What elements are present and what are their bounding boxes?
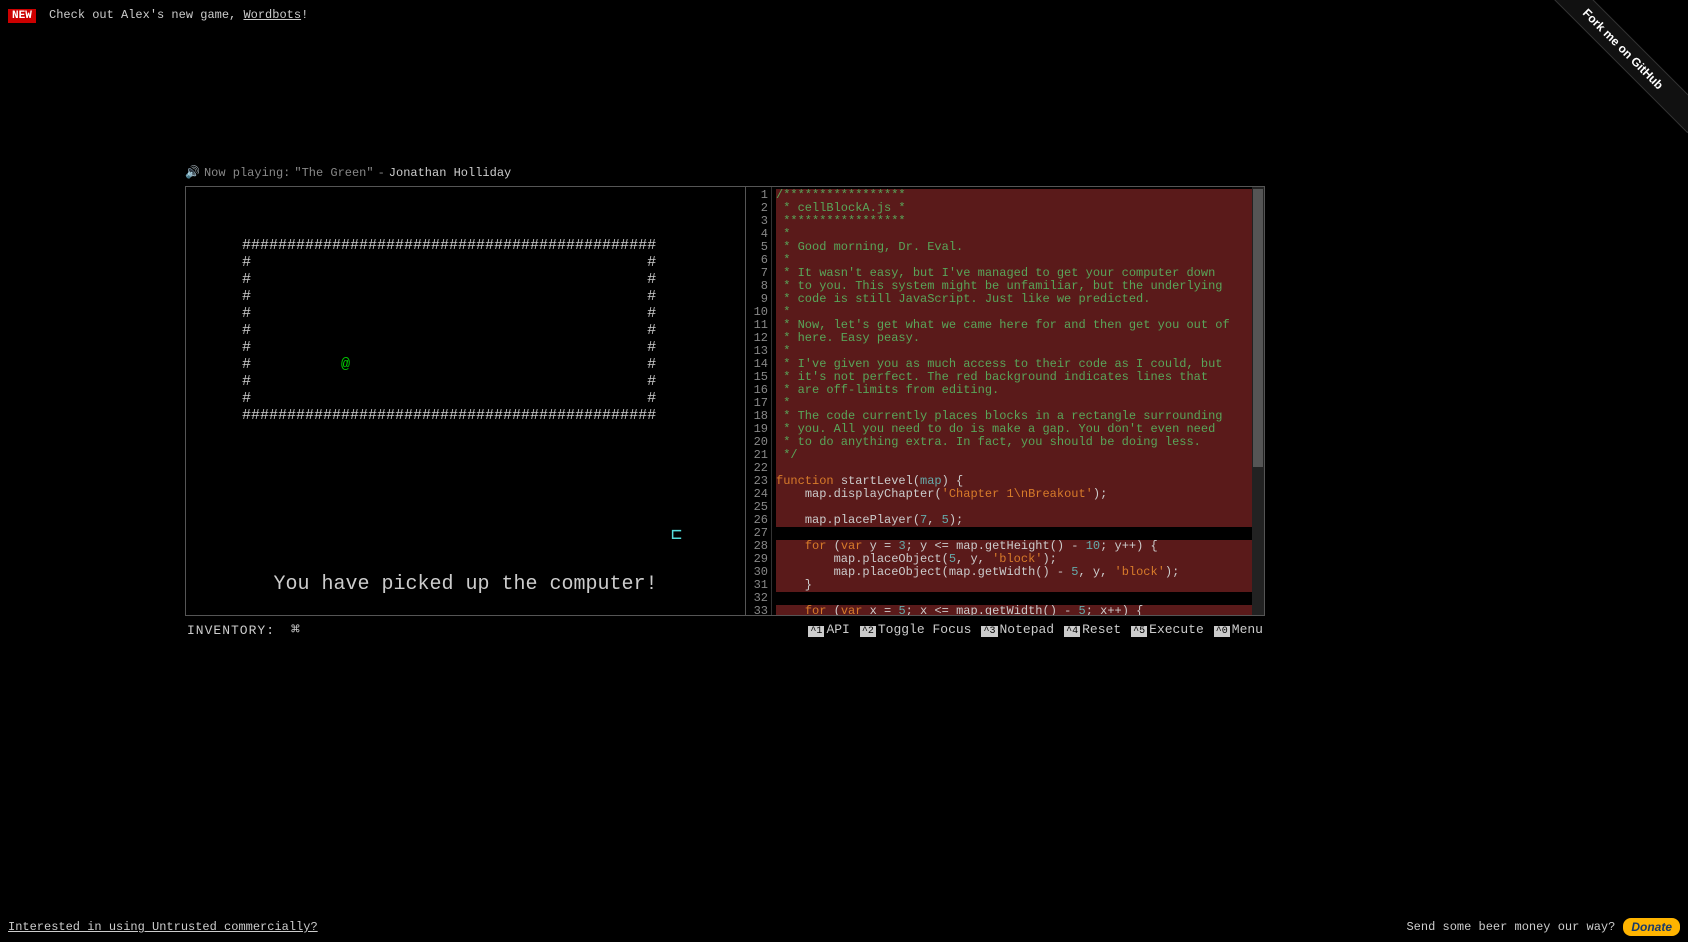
wordbots-link[interactable]: Wordbots xyxy=(243,8,301,22)
sound-icon[interactable]: 🔊 xyxy=(185,165,200,180)
game-pane[interactable]: ########################################… xyxy=(186,187,746,615)
donate-button[interactable]: Donate xyxy=(1623,918,1680,936)
inventory-item-computer[interactable]: ⌘ xyxy=(291,622,300,639)
top-banner: NEW Check out Alex's new game, Wordbots! xyxy=(8,8,308,22)
main-area: 🔊 Now playing: "The Green" - Jonathan Ho… xyxy=(185,165,1265,643)
toggle-focus-button[interactable]: ^2Toggle Focus xyxy=(860,622,972,637)
api-button[interactable]: ^1API xyxy=(808,622,849,637)
now-playing-sep: - xyxy=(378,166,385,180)
line-gutter: 1234567891011121314151617181920212223242… xyxy=(746,187,772,615)
banner-text-before: Check out Alex's new game, xyxy=(49,8,243,22)
code-line: * are off-limits from editing. xyxy=(776,384,1260,397)
code-line: map.placePlayer(7, 5); xyxy=(776,514,1260,527)
exit-glyph: ⊏ xyxy=(671,528,682,545)
editor-scrollbar[interactable] xyxy=(1252,187,1264,615)
inventory: INVENTORY: ⌘ xyxy=(187,620,300,639)
now-playing-track: "The Green" xyxy=(294,166,373,180)
toolbar: ^1API ^2Toggle Focus ^3Notepad ^4Reset ^… xyxy=(808,622,1263,637)
api-key: ^1 xyxy=(808,626,824,637)
notepad-button[interactable]: ^3Notepad xyxy=(981,622,1054,637)
commercial-link[interactable]: Interested in using Untrusted commercial… xyxy=(8,920,318,934)
inventory-label: INVENTORY: xyxy=(187,623,275,638)
code-line: map.displayChapter('Chapter 1\nBreakout'… xyxy=(776,488,1260,501)
execute-key: ^5 xyxy=(1131,626,1147,637)
new-badge: NEW xyxy=(8,9,36,23)
code-line: * Good morning, Dr. Eval. xyxy=(776,241,1260,254)
execute-button[interactable]: ^5Execute xyxy=(1131,622,1204,637)
code-line: * here. Easy peasy. xyxy=(776,332,1260,345)
github-ribbon-label: Fork me on GitHub xyxy=(1539,0,1688,133)
reset-key: ^4 xyxy=(1064,626,1080,637)
now-playing-prefix: Now playing: xyxy=(204,166,290,180)
now-playing-artist: Jonathan Holliday xyxy=(389,166,511,180)
focus-key: ^2 xyxy=(860,626,876,637)
panes: ########################################… xyxy=(185,186,1265,616)
code-line: * code is still JavaScript. Just like we… xyxy=(776,293,1260,306)
menu-key: ^0 xyxy=(1214,626,1230,637)
donate-text: Send some beer money our way? xyxy=(1406,920,1615,934)
code-line: ***************** xyxy=(776,215,1260,228)
reset-button[interactable]: ^4Reset xyxy=(1064,622,1121,637)
footer-right: Send some beer money our way? Donate xyxy=(1406,918,1680,936)
code-line: map.placeObject(map.getWidth() - 5, y, '… xyxy=(776,566,1260,579)
footer-left: Interested in using Untrusted commercial… xyxy=(8,920,318,934)
menu-button[interactable]: ^0Menu xyxy=(1214,622,1263,637)
code-line: } xyxy=(776,579,1260,592)
bottom-bar: INVENTORY: ⌘ ^1API ^2Toggle Focus ^3Note… xyxy=(185,616,1265,643)
github-ribbon[interactable]: Fork me on GitHub xyxy=(1538,0,1688,150)
game-message: You have picked up the computer! xyxy=(186,576,745,593)
code-line: * to do anything extra. In fact, you sho… xyxy=(776,436,1260,449)
editor-pane[interactable]: 1234567891011121314151617181920212223242… xyxy=(746,187,1264,615)
now-playing: 🔊 Now playing: "The Green" - Jonathan Ho… xyxy=(185,165,1265,180)
code-area[interactable]: /***************** * cellBlockA.js * ***… xyxy=(772,187,1264,615)
notepad-key: ^3 xyxy=(981,626,997,637)
code-line: for (var x = 5; x <= map.getWidth() - 5;… xyxy=(776,605,1260,615)
banner-text-after: ! xyxy=(301,8,308,22)
code-line: */ xyxy=(776,449,1260,462)
scrollbar-thumb[interactable] xyxy=(1253,189,1263,467)
game-map: ########################################… xyxy=(242,237,656,424)
